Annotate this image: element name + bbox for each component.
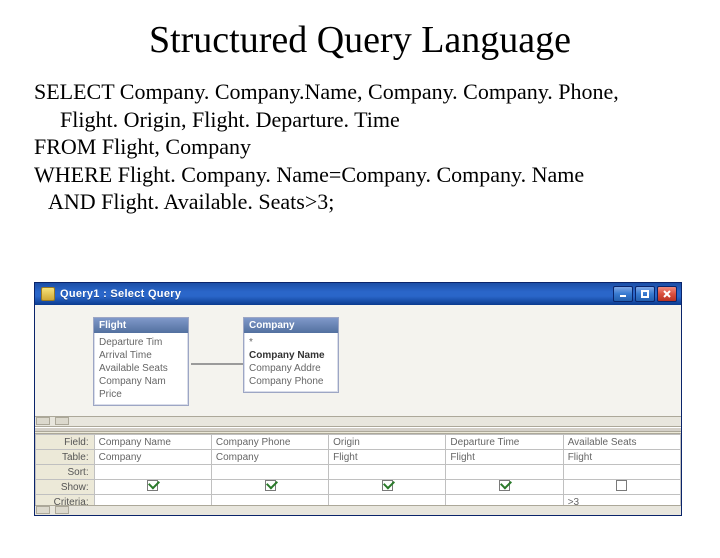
window-title: Query1 : Select Query [60, 288, 611, 300]
table-card-flight[interactable]: Flight Departure Tim Arrival Time Availa… [93, 317, 189, 406]
maximize-button[interactable] [635, 286, 655, 302]
sql-line-2: FROM Flight, Company [34, 133, 686, 161]
table-field[interactable]: Company Phone [249, 375, 333, 388]
grid-cell[interactable]: >3 [563, 495, 680, 506]
scroll-left-icon[interactable] [36, 417, 50, 425]
grid-cell[interactable]: Company Name [94, 435, 211, 450]
show-checkbox[interactable] [382, 480, 393, 491]
query-design-window: Query1 : Select Query Flight Departure T… [34, 282, 682, 516]
slide-title: Structured Query Language [0, 18, 720, 62]
table-header-company: Company [244, 318, 338, 333]
close-button[interactable] [657, 286, 677, 302]
grid-cell[interactable] [329, 465, 446, 480]
show-checkbox[interactable] [265, 480, 276, 491]
row-label-sort: Sort: [36, 465, 95, 480]
grid-cell[interactable]: Flight [563, 450, 680, 465]
join-line[interactable] [191, 363, 243, 365]
table-field[interactable]: Company Nam [99, 375, 183, 388]
grid-cell[interactable]: Flight [446, 450, 563, 465]
grid-cell[interactable] [563, 480, 680, 495]
grid-cell[interactable]: Flight [329, 450, 446, 465]
sql-line-1b: Flight. Origin, Flight. Departure. Time [34, 106, 686, 134]
upper-scrollbar[interactable] [35, 416, 681, 426]
show-checkbox[interactable] [499, 480, 510, 491]
sql-line-1: SELECT Company. Company.Name, Company. C… [34, 78, 686, 106]
grid-cell[interactable]: Origin [329, 435, 446, 450]
sql-text-block: SELECT Company. Company.Name, Company. C… [34, 78, 686, 216]
grid-cell[interactable] [446, 465, 563, 480]
sql-line-3: WHERE Flight. Company. Name=Company. Com… [34, 161, 686, 189]
grid-cell[interactable] [211, 465, 328, 480]
grid-cell[interactable]: Company Phone [211, 435, 328, 450]
row-label-show: Show: [36, 480, 95, 495]
grid-cell[interactable] [211, 495, 328, 506]
grid-cell[interactable] [94, 465, 211, 480]
table-field[interactable]: Company Addre [249, 362, 333, 375]
table-field[interactable]: Company Name [249, 349, 333, 362]
minimize-button[interactable] [613, 286, 633, 302]
table-card-company[interactable]: Company * Company Name Company Addre Com… [243, 317, 339, 393]
grid-cell[interactable]: Departure Time [446, 435, 563, 450]
show-checkbox[interactable] [616, 480, 627, 491]
scroll-right-icon[interactable] [55, 417, 69, 425]
grid-cell[interactable] [329, 480, 446, 495]
table-field[interactable]: * [249, 336, 333, 349]
tables-pane[interactable]: Flight Departure Tim Arrival Time Availa… [35, 305, 681, 427]
grid-cell[interactable]: Available Seats [563, 435, 680, 450]
table-field[interactable]: Price [99, 388, 183, 401]
grid-scrollbar[interactable] [35, 505, 681, 515]
grid-cell[interactable] [446, 480, 563, 495]
grid-cell[interactable] [563, 465, 680, 480]
table-header-flight: Flight [94, 318, 188, 333]
table-field[interactable]: Available Seats [99, 362, 183, 375]
grid-cell[interactable]: Company [211, 450, 328, 465]
grid-cell[interactable] [94, 480, 211, 495]
grid-cell[interactable] [329, 495, 446, 506]
table-field[interactable]: Departure Tim [99, 336, 183, 349]
grid-cell[interactable] [94, 495, 211, 506]
show-checkbox[interactable] [147, 480, 158, 491]
scroll-right-icon[interactable] [55, 506, 69, 514]
grid-cell[interactable] [211, 480, 328, 495]
row-label-field: Field: [36, 435, 95, 450]
grid-cell[interactable] [446, 495, 563, 506]
pane-splitter[interactable] [35, 427, 681, 432]
design-grid[interactable]: Field: Company Name Company Phone Origin… [35, 433, 681, 505]
row-label-table: Table: [36, 450, 95, 465]
window-titlebar[interactable]: Query1 : Select Query [35, 283, 681, 305]
table-field[interactable]: Arrival Time [99, 349, 183, 362]
grid-cell[interactable]: Company [94, 450, 211, 465]
sql-line-4: AND Flight. Available. Seats>3; [34, 188, 686, 216]
row-label-criteria: Criteria: [36, 495, 95, 506]
query-icon [41, 287, 55, 301]
scroll-left-icon[interactable] [36, 506, 50, 514]
